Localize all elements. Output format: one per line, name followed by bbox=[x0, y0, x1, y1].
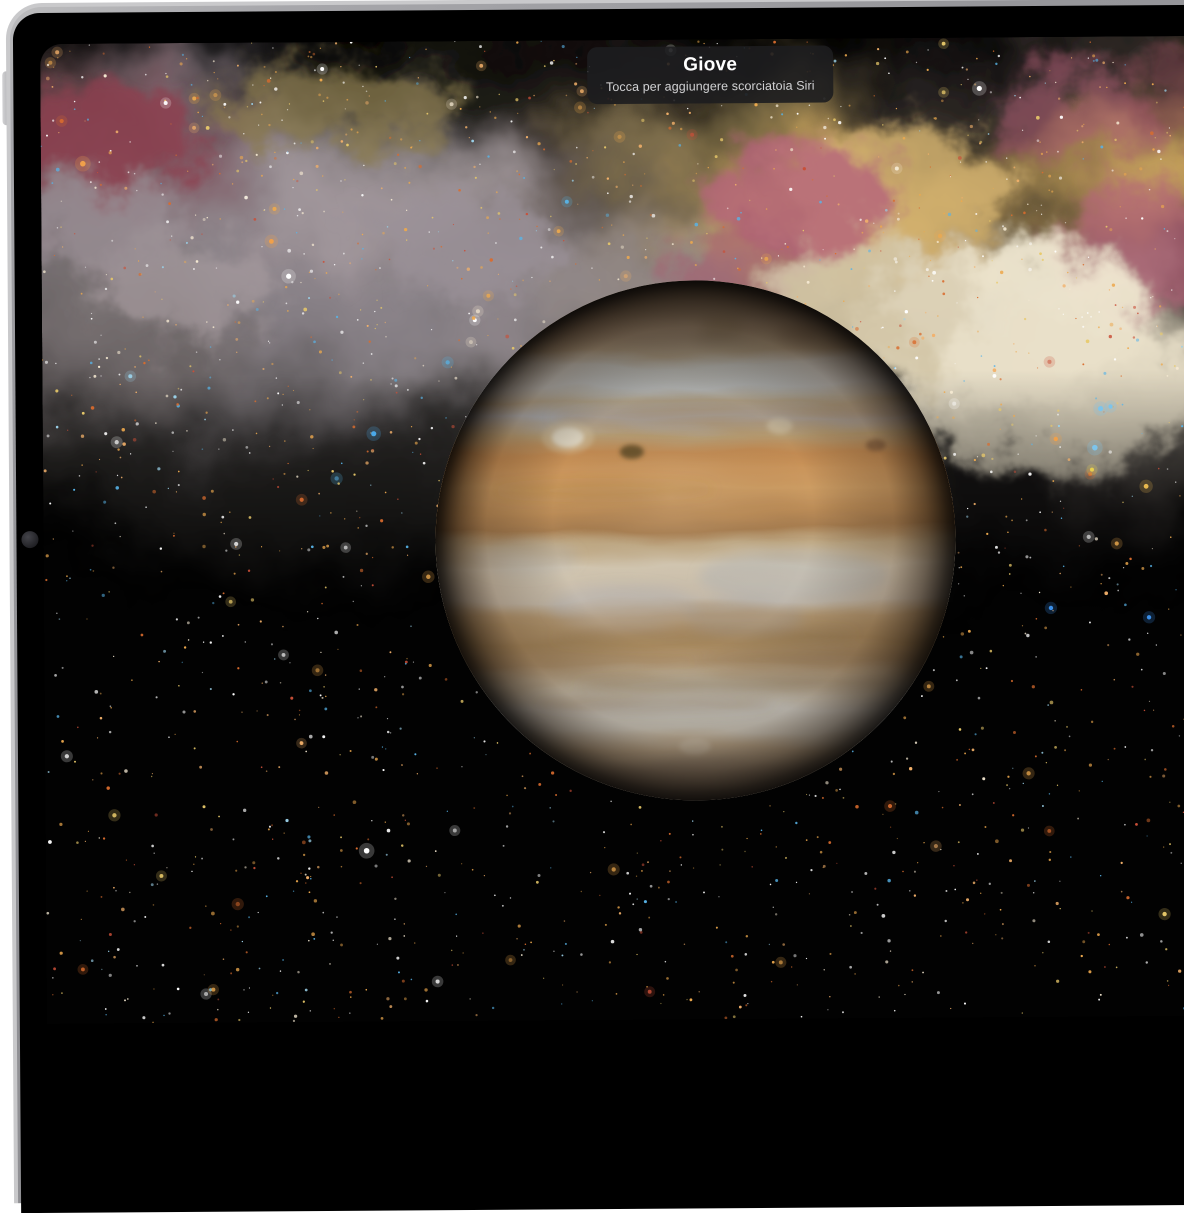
front-camera bbox=[21, 531, 38, 548]
space-scene bbox=[40, 36, 1184, 1024]
siri-suggestion-banner[interactable]: Giove Tocca per aggiungere scorciatoia S… bbox=[587, 45, 833, 104]
siri-shortcut-hint: Tocca per aggiungere scorciatoia Siri bbox=[606, 79, 815, 94]
screen[interactable]: Giove Tocca per aggiungere scorciatoia S… bbox=[40, 36, 1184, 1024]
ipad-device: Giove Tocca per aggiungere scorciatoia S… bbox=[0, 0, 1184, 1008]
planet-name-label: Giove bbox=[683, 54, 737, 75]
